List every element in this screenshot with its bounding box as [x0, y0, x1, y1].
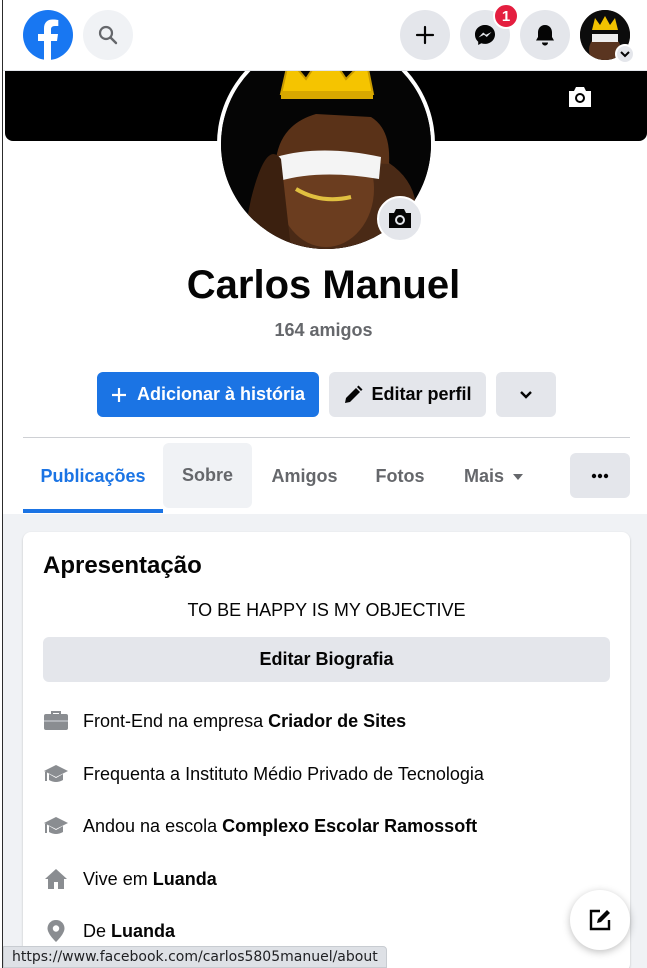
tab-more[interactable]: Mais: [450, 443, 538, 510]
info-lives-in: Vive em Luanda: [43, 864, 217, 894]
window-edge: [0, 0, 3, 968]
profile-more-button[interactable]: [496, 372, 556, 417]
messenger-icon: [475, 25, 495, 45]
info-school-name[interactable]: Complexo Escolar Ramossoft: [222, 816, 477, 837]
search-button[interactable]: [83, 10, 133, 60]
cover-camera-icon[interactable]: [566, 85, 594, 111]
ellipsis-icon: [591, 473, 609, 478]
info-studies: Frequenta a Instituto Médio Privado de T…: [43, 759, 484, 789]
edit-bio-button[interactable]: Editar Biografia: [43, 637, 610, 682]
edit-profile-button[interactable]: Editar perfil: [329, 372, 486, 417]
search-icon: [98, 25, 118, 45]
tab-friends[interactable]: Amigos: [257, 443, 352, 510]
pencil-icon: [345, 385, 363, 403]
info-work: Front-End na empresa Criador de Sites: [43, 706, 406, 736]
edit-profile-label: Editar perfil: [371, 384, 472, 404]
bio-text: TO BE HAPPY IS MY OBJECTIVE: [187, 600, 466, 620]
bell-icon: [536, 25, 554, 46]
camera-icon: [389, 209, 411, 228]
add-story-label: Adicionar à história: [136, 384, 306, 404]
info-lives-in-text: Vive em: [83, 868, 148, 889]
messenger-badge: 1: [493, 3, 519, 29]
briefcase-icon: [43, 708, 69, 734]
compose-icon: [589, 909, 611, 931]
active-tab-indicator: [23, 509, 163, 513]
profile-name: Carlos Manuel: [186, 263, 461, 307]
graduation-cap-icon: [43, 761, 69, 787]
more-options-button[interactable]: [570, 453, 630, 498]
info-lives-in-city[interactable]: Luanda: [153, 869, 217, 890]
tab-more-label: Mais: [463, 466, 505, 486]
profile-divider: [23, 437, 630, 438]
top-navbar: 1: [3, 0, 647, 71]
home-icon: [43, 866, 69, 892]
tab-about[interactable]: Sobre: [163, 443, 252, 508]
create-button[interactable]: [400, 10, 450, 60]
tab-posts[interactable]: Publicações: [23, 443, 163, 510]
caret-down-icon: [513, 473, 524, 480]
chevron-down-icon: [620, 51, 630, 58]
friends-count[interactable]: 164 amigos: [0, 320, 647, 341]
plus-icon: [415, 25, 435, 45]
graduation-cap-icon: [43, 813, 69, 839]
info-school: Andou na escola Complexo Escolar Ramossof…: [43, 811, 477, 841]
intro-card: Apresentação TO BE HAPPY IS MY OBJECTIVE…: [23, 532, 630, 968]
info-from-text: De: [83, 920, 107, 941]
chevron-down-icon: [520, 390, 532, 399]
info-work-text: Front-End na empresa: [83, 710, 264, 731]
info-work-company[interactable]: Criador de Sites: [268, 711, 406, 732]
facebook-logo-icon[interactable]: [23, 10, 73, 60]
compose-button[interactable]: [570, 890, 630, 950]
profile-camera-button[interactable]: [377, 196, 423, 242]
location-pin-icon: [43, 918, 69, 944]
tab-photos[interactable]: Fotos: [360, 443, 440, 510]
info-school-text: Andou na escola: [83, 815, 218, 836]
account-menu-button[interactable]: [615, 44, 635, 64]
info-from-city[interactable]: Luanda: [111, 921, 175, 942]
status-bar-url: https://www.facebook.com/carlos5805manue…: [3, 946, 387, 968]
intro-title: Apresentação: [43, 552, 202, 579]
plus-icon: [111, 387, 126, 402]
info-studies-text: Frequenta a Instituto Médio Privado de T…: [83, 763, 484, 784]
notifications-button[interactable]: [520, 10, 570, 60]
info-from: De Luanda: [43, 916, 175, 946]
add-story-button[interactable]: Adicionar à história: [97, 372, 319, 417]
